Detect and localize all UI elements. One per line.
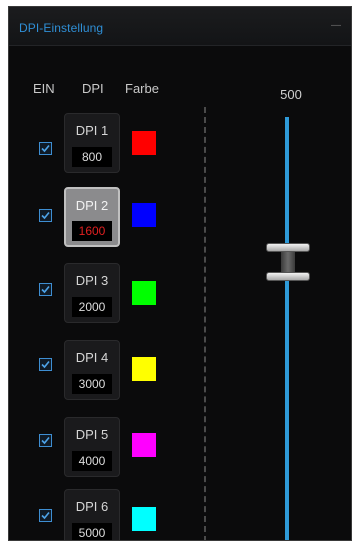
- handle-grip: [281, 252, 295, 272]
- dpi-label: DPI 2: [75, 198, 109, 213]
- color-swatch-magenta[interactable]: [132, 433, 156, 457]
- dpi-slider-track[interactable]: [285, 117, 289, 540]
- dpi-label: DPI 5: [75, 427, 109, 442]
- checkbox-checked-icon[interactable]: [39, 142, 52, 155]
- dpi-card-4[interactable]: DPI 4 3000: [64, 340, 120, 400]
- dpi-label: DPI 6: [75, 499, 109, 514]
- dpi-value-field[interactable]: 800: [72, 147, 112, 167]
- color-swatch-red[interactable]: [132, 131, 156, 155]
- checkbox-checked-icon[interactable]: [39, 283, 52, 296]
- dpi-value-field[interactable]: 4000: [72, 451, 112, 471]
- handle-top-bar: [266, 243, 310, 252]
- dpi-card-6[interactable]: DPI 6 5000: [64, 489, 120, 540]
- handle-bottom-bar: [266, 272, 310, 281]
- dpi-row-5: DPI 5 4000: [9, 417, 209, 493]
- dpi-value-field[interactable]: 5000: [72, 523, 112, 540]
- dpi-card-3[interactable]: DPI 3 2000: [64, 263, 120, 323]
- dpi-row-1: DPI 1 800: [9, 113, 209, 189]
- header-enable: EIN: [33, 81, 55, 96]
- color-swatch-cyan[interactable]: [132, 507, 156, 531]
- color-swatch-yellow[interactable]: [132, 357, 156, 381]
- checkbox-checked-icon[interactable]: [39, 509, 52, 522]
- dpi-row-3: DPI 3 2000: [9, 263, 209, 339]
- dpi-row-2: DPI 2 1600: [9, 187, 209, 263]
- slider-value-label: 500: [280, 87, 302, 102]
- dpi-card-2-selected[interactable]: DPI 2 1600: [64, 187, 120, 247]
- checkbox-checked-icon[interactable]: [39, 358, 52, 371]
- dpi-value-field[interactable]: 3000: [72, 374, 112, 394]
- dpi-label: DPI 3: [75, 273, 109, 288]
- header-dpi: DPI: [82, 81, 104, 96]
- title-bar: DPI-Einstellung —: [9, 7, 351, 46]
- dashed-divider: [204, 107, 206, 540]
- dpi-row-4: DPI 4 3000: [9, 340, 209, 416]
- dpi-card-5[interactable]: DPI 5 4000: [64, 417, 120, 477]
- dpi-settings-panel: DPI-Einstellung — EIN DPI Farbe DPI 1 80…: [8, 6, 352, 541]
- dpi-row-6: DPI 6 5000: [9, 489, 209, 540]
- window-title: DPI-Einstellung: [19, 21, 104, 35]
- header-color: Farbe: [125, 81, 159, 96]
- dpi-value-field[interactable]: 1600: [72, 221, 112, 241]
- dpi-card-1[interactable]: DPI 1 800: [64, 113, 120, 173]
- dpi-label: DPI 4: [75, 350, 109, 365]
- minimize-icon[interactable]: —: [331, 20, 341, 31]
- dpi-slider-handle[interactable]: [266, 243, 310, 283]
- dpi-label: DPI 1: [75, 123, 109, 138]
- color-swatch-blue[interactable]: [132, 203, 156, 227]
- dpi-value-field[interactable]: 2000: [72, 297, 112, 317]
- color-swatch-green[interactable]: [132, 281, 156, 305]
- checkbox-checked-icon[interactable]: [39, 434, 52, 447]
- checkbox-checked-icon[interactable]: [39, 209, 52, 222]
